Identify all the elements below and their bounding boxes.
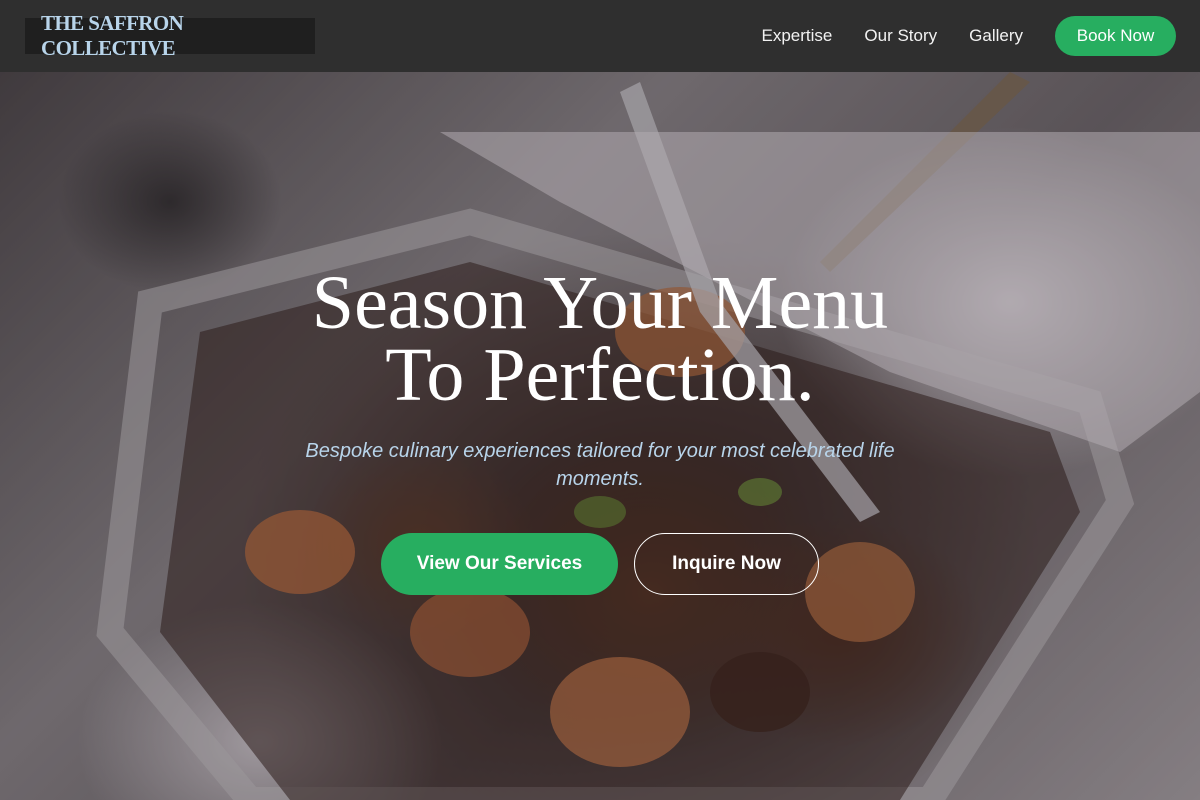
logo[interactable]: THE SAFFRON COLLECTIVE [25, 11, 315, 60]
main-nav: Expertise Our Story Gallery Book Now [730, 16, 1176, 56]
headline-line-2: To Perfection. [385, 333, 815, 417]
inquire-now-button[interactable]: Inquire Now [634, 533, 819, 595]
book-now-button[interactable]: Book Now [1055, 16, 1176, 56]
hero-subtitle: Bespoke culinary experiences tailored fo… [305, 440, 895, 490]
nav-link-gallery[interactable]: Gallery [969, 26, 1023, 46]
nav-link-our-story[interactable]: Our Story [864, 26, 937, 46]
hero-content: Season Your Menu To Perfection. Bespoke … [0, 72, 1200, 800]
view-services-button[interactable]: View Our Services [381, 533, 618, 595]
hero-section: Season Your Menu To Perfection. Bespoke … [0, 72, 1200, 800]
site-header: THE SAFFRON COLLECTIVE Expertise Our Sto… [0, 0, 1200, 72]
nav-link-expertise[interactable]: Expertise [762, 26, 833, 46]
hero-headline: Season Your Menu To Perfection. [0, 265, 1200, 413]
